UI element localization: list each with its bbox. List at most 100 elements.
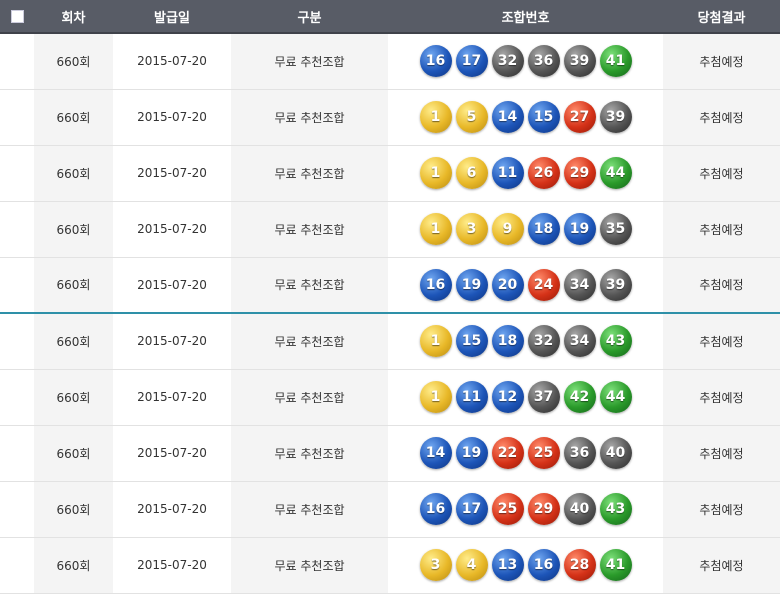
lotto-ball: 4	[455, 549, 488, 581]
table-row[interactable]: 660회 2015-07-20 무료 추천조합 16 19 20 24 34 39 추첨예정	[0, 257, 780, 314]
lotto-ball: 43	[599, 493, 632, 525]
date-cell: 2015-07-20	[113, 313, 231, 370]
header-date: 발급일	[113, 0, 231, 34]
lotto-ball: 1	[419, 157, 452, 189]
lotto-ball: 18	[527, 213, 560, 245]
row-select-cell	[0, 257, 34, 314]
type-cell: 무료 추천조합	[231, 537, 388, 594]
date-cell: 2015-07-20	[113, 481, 231, 538]
numbers-cell: 16 17 32 36 39 41	[388, 33, 663, 90]
numbers-cell: 16 19 20 24 34 39	[388, 257, 663, 314]
round-cell: 660회	[34, 425, 113, 482]
type-cell: 무료 추천조합	[231, 425, 388, 482]
table-row[interactable]: 660회 2015-07-20 무료 추천조합 16 17 32 36 39 41 추첨예정	[0, 33, 780, 90]
lotto-ball: 29	[527, 493, 560, 525]
header-round: 회차	[34, 0, 113, 34]
numbers-cell: 14 19 22 25 36 40	[388, 425, 663, 482]
result-cell: 추첨예정	[663, 481, 780, 538]
result-cell: 추첨예정	[663, 425, 780, 482]
table-row[interactable]: 660회 2015-07-20 무료 추천조합 3 4 13 16 28 41 추첨예정	[0, 537, 780, 594]
result-cell: 추첨예정	[663, 537, 780, 594]
table-row[interactable]: 660회 2015-07-20 무료 추천조합 1 6 11 26 29 44 추첨예정	[0, 145, 780, 202]
result-cell: 추첨예정	[663, 201, 780, 258]
lotto-ball: 39	[563, 45, 596, 78]
lotto-ball: 20	[491, 268, 524, 301]
lotto-ball: 36	[527, 45, 560, 78]
lotto-ball: 37	[527, 381, 560, 413]
round-cell: 660회	[34, 257, 113, 314]
lotto-balls: 16 17 25 29 40 43	[388, 493, 663, 525]
lotto-ball: 32	[527, 325, 560, 358]
lotto-ball: 41	[599, 549, 632, 581]
table-row[interactable]: 660회 2015-07-20 무료 추천조합 1 3 9 18 19 35 추첨예정	[0, 201, 780, 258]
lotto-ball: 19	[455, 268, 488, 301]
round-cell: 660회	[34, 33, 113, 90]
lotto-ball: 11	[491, 157, 524, 189]
lotto-ball: 3	[455, 213, 488, 245]
lotto-ball: 25	[491, 493, 524, 525]
lotto-ball: 35	[599, 213, 632, 245]
table-row[interactable]: 660회 2015-07-20 무료 추천조합 14 19 22 25 36 40 추첨예정	[0, 425, 780, 482]
type-cell: 무료 추천조합	[231, 33, 388, 90]
date-cell: 2015-07-20	[113, 369, 231, 426]
result-cell: 추첨예정	[663, 257, 780, 314]
lotto-ball: 34	[563, 268, 596, 301]
numbers-cell: 1 15 18 32 34 43	[388, 313, 663, 370]
lotto-ball: 17	[455, 493, 488, 525]
result-cell: 추첨예정	[663, 89, 780, 146]
table-row[interactable]: 660회 2015-07-20 무료 추천조합 1 11 12 37 42 44 추첨예정	[0, 369, 780, 426]
row-select-cell	[0, 145, 34, 202]
lotto-balls: 16 17 32 36 39 41	[388, 45, 663, 78]
lotto-ball: 1	[419, 325, 452, 358]
numbers-cell: 16 17 25 29 40 43	[388, 481, 663, 538]
lotto-ball: 1	[419, 101, 452, 133]
table-row[interactable]: 660회 2015-07-20 무료 추천조합 16 17 25 29 40 43 추첨예정	[0, 481, 780, 538]
select-all-checkbox[interactable]	[10, 9, 24, 23]
lotto-ball: 11	[455, 381, 488, 413]
lotto-balls: 14 19 22 25 36 40	[388, 437, 663, 469]
table-row[interactable]: 660회 2015-07-20 무료 추천조합 1 15 18 32 34 43 추첨예정	[0, 313, 780, 370]
table-row[interactable]: 660회 2015-07-20 무료 추천조합 1 5 14 15 27 39 추첨예정	[0, 89, 780, 146]
lotto-ball: 17	[455, 45, 488, 78]
result-cell: 추첨예정	[663, 33, 780, 90]
row-select-cell	[0, 481, 34, 538]
lotto-balls: 1 5 14 15 27 39	[388, 101, 663, 133]
lotto-ball: 44	[599, 157, 632, 189]
round-cell: 660회	[34, 89, 113, 146]
lotto-ball: 16	[419, 493, 452, 525]
round-cell: 660회	[34, 145, 113, 202]
lotto-balls: 3 4 13 16 28 41	[388, 549, 663, 581]
round-cell: 660회	[34, 313, 113, 370]
lotto-ball: 19	[455, 437, 488, 469]
lotto-ball: 28	[563, 549, 596, 581]
lotto-balls: 1 15 18 32 34 43	[388, 325, 663, 358]
lotto-ball: 18	[491, 325, 524, 358]
round-cell: 660회	[34, 369, 113, 426]
header-result: 당첨결과	[663, 0, 780, 34]
lotto-ball: 16	[419, 45, 452, 78]
lotto-ball: 26	[527, 157, 560, 189]
lotto-ball: 42	[563, 381, 596, 413]
lotto-ball: 15	[455, 325, 488, 358]
numbers-cell: 1 11 12 37 42 44	[388, 369, 663, 426]
lotto-ball: 15	[527, 101, 560, 133]
lotto-ball: 5	[455, 101, 488, 133]
row-select-cell	[0, 33, 34, 90]
lotto-ball: 16	[527, 549, 560, 581]
date-cell: 2015-07-20	[113, 257, 231, 314]
lotto-ball: 40	[599, 437, 632, 469]
lotto-ball: 1	[419, 213, 452, 245]
result-cell: 추첨예정	[663, 369, 780, 426]
lotto-balls: 1 6 11 26 29 44	[388, 157, 663, 189]
lotto-ball: 1	[419, 381, 452, 413]
lotto-ball: 19	[563, 213, 596, 245]
date-cell: 2015-07-20	[113, 425, 231, 482]
lotto-balls: 16 19 20 24 34 39	[388, 268, 663, 301]
lotto-ball: 34	[563, 325, 596, 358]
lotto-ball: 24	[527, 268, 560, 301]
header-numbers: 조합번호	[388, 0, 663, 34]
lotto-ball: 36	[563, 437, 596, 469]
lotto-ball: 41	[599, 45, 632, 78]
lotto-balls: 1 11 12 37 42 44	[388, 381, 663, 413]
lotto-ball: 9	[491, 213, 524, 245]
